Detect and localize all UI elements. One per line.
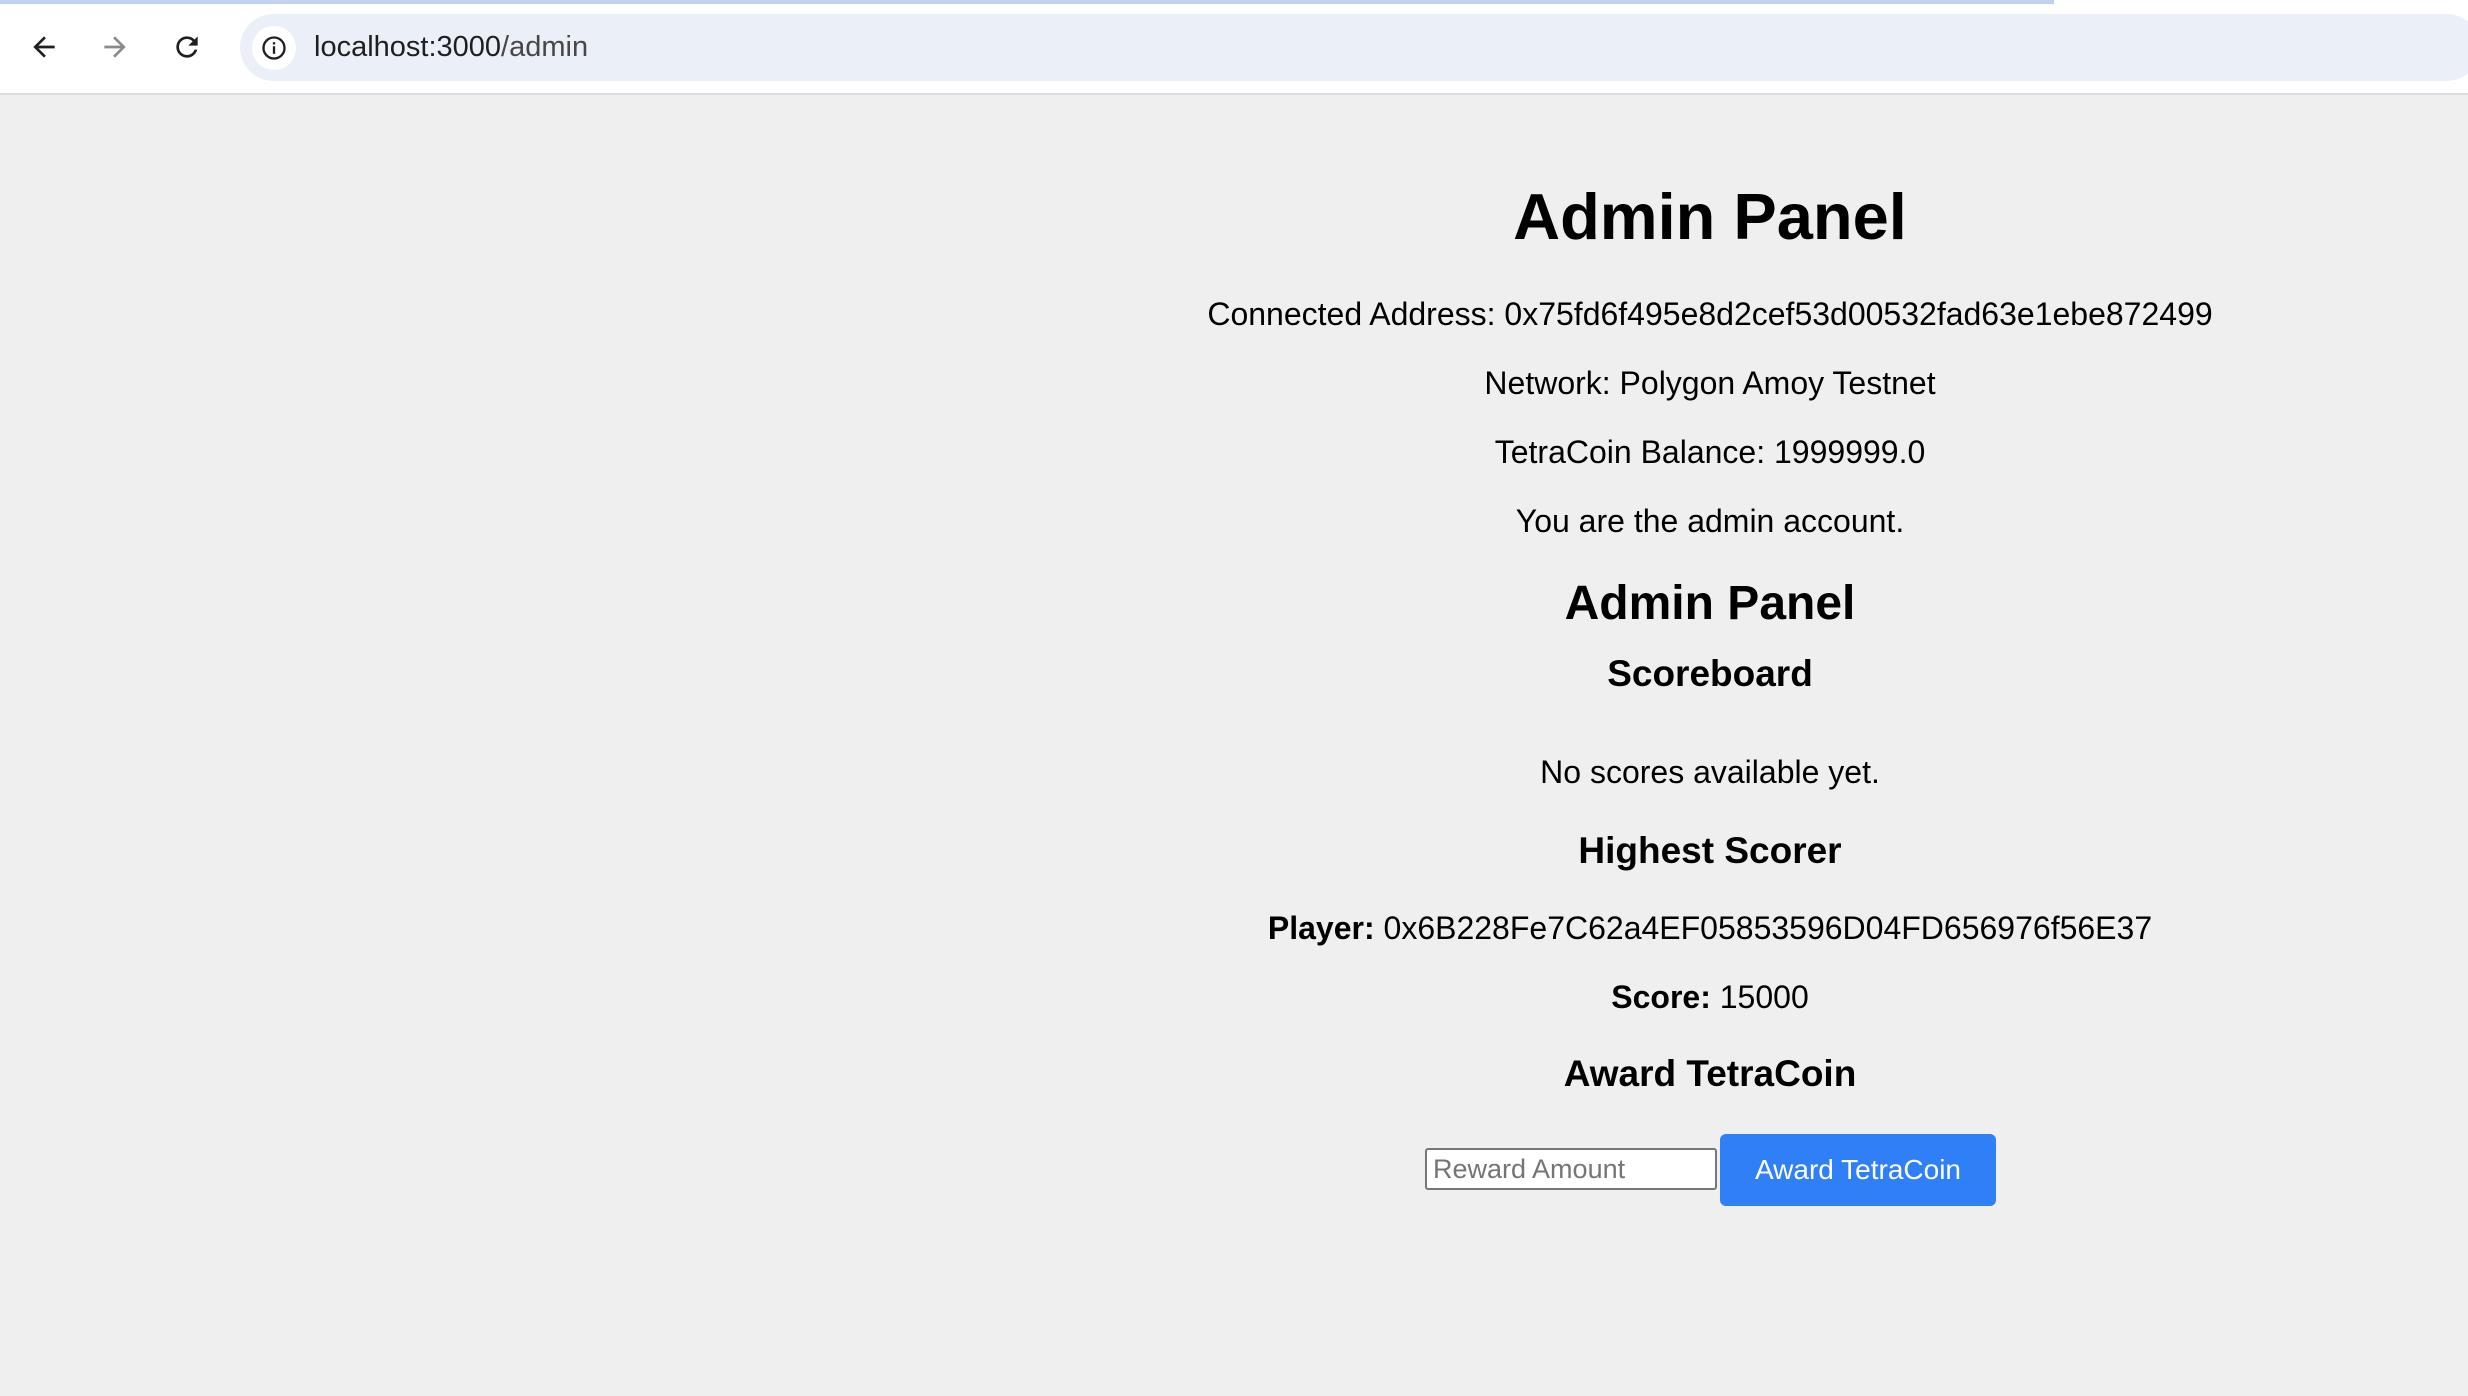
page-title: Admin Panel — [1513, 180, 1907, 253]
arrow-left-icon — [33, 36, 55, 58]
back-button[interactable] — [19, 22, 69, 72]
page-body: Admin Panel Connected Address: 0x75fd6f4… — [0, 95, 2468, 1396]
balance-label: TetraCoin Balance: 1999999.0 — [1494, 434, 1926, 470]
site-info-button[interactable] — [252, 26, 296, 70]
award-heading: Award TetraCoin — [1563, 1053, 1857, 1094]
score-value: 15000 — [1719, 979, 1809, 1015]
page-load-progress — [0, 0, 2054, 4]
network-label: Network: Polygon Amoy Testnet — [1484, 365, 1936, 401]
scoreboard-empty-text: No scores available yet. — [1540, 754, 1880, 790]
reload-button[interactable] — [162, 22, 212, 72]
arrow-right-icon — [104, 36, 126, 58]
url-path: /admin — [501, 31, 589, 63]
award-tetracoin-button[interactable]: Award TetraCoin — [1720, 1134, 1996, 1206]
player-address: 0x6B228Fe7C62a4EF05853596D04FD656976f56E… — [1383, 910, 2153, 946]
highest-scorer-heading: Highest Scorer — [1578, 830, 1842, 871]
info-icon — [262, 36, 286, 60]
browser-toolbar: localhost:3000/admin — [0, 0, 2468, 95]
url-host: localhost:3000 — [314, 31, 502, 63]
connected-address: Connected Address: 0x75fd6f495e8d2cef53d… — [1207, 296, 2213, 332]
award-form: Award TetraCoin — [1084, 1134, 2336, 1206]
scoreboard-heading: Scoreboard — [1607, 653, 1813, 694]
address-bar[interactable]: localhost:3000/admin — [240, 14, 2468, 81]
url-text[interactable]: localhost:3000/admin — [314, 14, 588, 81]
highest-scorer-player: Player: 0x6B228Fe7C62a4EF05853596D04FD65… — [1084, 908, 2336, 948]
forward-button[interactable] — [90, 22, 140, 72]
player-label: Player: — [1267, 910, 1375, 946]
admin-note: You are the admin account. — [1515, 503, 1905, 539]
admin-panel-subheading: Admin Panel — [1564, 577, 1856, 630]
reward-amount-input[interactable] — [1425, 1148, 1717, 1190]
score-label: Score: — [1611, 979, 1711, 1015]
reload-icon — [176, 36, 198, 58]
highest-scorer-score: Score: 15000 — [1084, 977, 2336, 1017]
